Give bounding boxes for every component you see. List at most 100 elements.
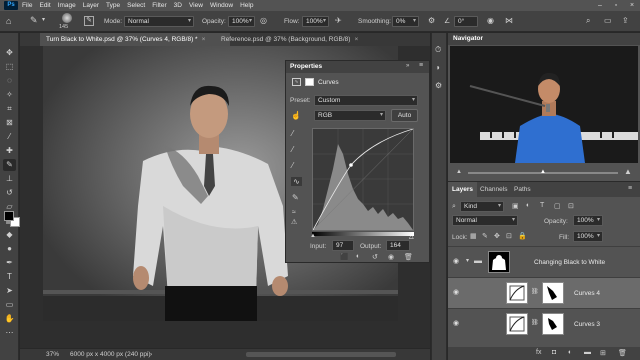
link-icon[interactable]: ⛓ bbox=[531, 319, 539, 326]
history-icon[interactable]: ⏱ bbox=[435, 45, 441, 55]
visibility-eye-icon[interactable]: ◉ bbox=[453, 288, 463, 296]
new-layer-icon[interactable]: ⊞ bbox=[600, 349, 606, 357]
layer-row-changing-black-to-white[interactable]: ◉ ▾ ▬ Changing Black to White bbox=[448, 246, 640, 277]
curves-adjustment-thumbnail[interactable] bbox=[506, 282, 528, 304]
lock-pixels-icon[interactable]: ✎ bbox=[482, 232, 488, 240]
more-tools-icon[interactable]: ⋯ bbox=[3, 327, 16, 339]
lock-position-icon[interactable]: ✥ bbox=[494, 232, 500, 240]
layer-opacity-field[interactable]: 100% bbox=[573, 215, 603, 226]
new-group-icon[interactable]: ▬ bbox=[584, 349, 591, 356]
layer-mask-thumbnail[interactable] bbox=[542, 282, 564, 304]
hand-tool-icon[interactable]: ✋ bbox=[3, 313, 16, 325]
layer-name[interactable]: Curves 3 bbox=[574, 309, 600, 340]
mask-icon[interactable] bbox=[305, 78, 314, 86]
tab-channels[interactable]: Channels bbox=[476, 182, 511, 197]
gear-icon[interactable]: ⚙ bbox=[428, 16, 435, 25]
visibility-eye-icon[interactable]: ◉ bbox=[453, 319, 463, 327]
zoom-slider-thumb[interactable]: ▲ bbox=[540, 169, 546, 175]
chevron-right-icon[interactable]: › bbox=[150, 349, 152, 360]
close-icon[interactable]: × bbox=[624, 0, 640, 11]
marquee-tool-icon[interactable]: ⬚ bbox=[3, 61, 16, 73]
eyedropper-white-icon[interactable]: ⁄ bbox=[292, 161, 293, 170]
menu-type[interactable]: Type bbox=[106, 2, 120, 9]
layer-name[interactable]: Curves 4 bbox=[574, 278, 600, 309]
opacity-field[interactable]: 100% bbox=[228, 16, 255, 27]
share-icon[interactable]: ⇪ bbox=[622, 16, 629, 25]
view-previous-icon[interactable]: ◐ bbox=[356, 253, 360, 260]
panel-menu-icon[interactable]: ≡ bbox=[628, 185, 632, 192]
frame-tool-icon[interactable]: ⊠ bbox=[3, 117, 16, 129]
reset-icon[interactable]: ↺ bbox=[372, 253, 378, 261]
group-chevron-icon[interactable]: ▾ bbox=[466, 257, 469, 264]
smoothing-field[interactable]: 0% bbox=[392, 16, 419, 27]
brush-tool-icon[interactable]: ✎ bbox=[30, 15, 38, 26]
history-brush-tool-icon[interactable]: ↺ bbox=[3, 187, 16, 199]
menu-layer[interactable]: Layer bbox=[83, 2, 99, 9]
tab-turn-black-to-white[interactable]: Turn Black to White.psd @ 37% (Curves 4,… bbox=[40, 33, 230, 46]
dodge-tool-icon[interactable]: ● bbox=[3, 243, 16, 255]
new-adjustment-icon[interactable]: ◐ bbox=[568, 349, 572, 356]
panel-menu-icon[interactable]: ≡ bbox=[419, 62, 423, 69]
collapse-icon[interactable]: » bbox=[406, 63, 409, 69]
home-icon[interactable]: ⌂ bbox=[6, 16, 11, 26]
flow-field[interactable]: 100% bbox=[302, 16, 329, 27]
eyedropper-black-icon[interactable]: ⁄ bbox=[292, 129, 293, 138]
zoom-level[interactable]: 37% bbox=[46, 349, 59, 360]
workspace-icon[interactable]: ▭ bbox=[604, 16, 612, 25]
fx-icon[interactable]: fx bbox=[536, 349, 541, 356]
move-tool-icon[interactable]: ✥ bbox=[3, 47, 16, 59]
pen-tool-icon[interactable]: ✒ bbox=[3, 257, 16, 269]
menu-file[interactable]: File bbox=[22, 2, 32, 9]
curves-adjustment-thumbnail[interactable] bbox=[506, 313, 528, 335]
lock-transparency-icon[interactable]: ▦ bbox=[470, 232, 477, 240]
output-field[interactable]: 164 bbox=[386, 240, 410, 251]
zoom-out-icon[interactable]: ▲ bbox=[456, 169, 462, 175]
horizontal-scrollbar[interactable] bbox=[246, 352, 396, 357]
layer-row-curves-3[interactable]: ◉ ⛓ Curves 3 bbox=[448, 308, 640, 339]
close-tab-icon[interactable]: × bbox=[354, 36, 358, 43]
visibility-eye-icon[interactable]: ◉ bbox=[453, 257, 463, 265]
menu-image[interactable]: Image bbox=[58, 2, 76, 9]
hand-adjust-icon[interactable]: ☝ bbox=[291, 111, 301, 120]
link-icon[interactable]: ⛓ bbox=[531, 288, 539, 295]
mode-select[interactable]: Normal bbox=[124, 16, 194, 27]
black-point-slider-icon[interactable]: ▲ bbox=[310, 233, 316, 239]
navigator-preview[interactable] bbox=[450, 46, 638, 163]
menu-window[interactable]: Window bbox=[210, 2, 233, 9]
menu-select[interactable]: Select bbox=[127, 2, 145, 9]
trash-icon[interactable]: 🗑 bbox=[618, 349, 627, 357]
quick-select-tool-icon[interactable]: ✧ bbox=[3, 89, 16, 101]
layer-filter-select[interactable]: Kind bbox=[460, 201, 504, 212]
trash-icon[interactable]: 🗑 bbox=[404, 253, 413, 261]
brush-settings-icon[interactable]: ✎ bbox=[84, 16, 94, 26]
menu-filter[interactable]: Filter bbox=[152, 2, 166, 9]
layer-name[interactable]: Changing Black to White bbox=[534, 247, 605, 278]
visibility-icon[interactable]: ◉ bbox=[388, 253, 394, 261]
filter-type-icon[interactable]: T bbox=[540, 202, 544, 209]
blend-mode-select[interactable]: Normal bbox=[452, 215, 518, 226]
filter-adjustment-icon[interactable]: ◐ bbox=[526, 202, 530, 209]
channel-select[interactable]: RGB bbox=[314, 110, 386, 121]
search-icon[interactable]: ⌕ bbox=[586, 16, 590, 26]
auto-button[interactable]: Auto bbox=[391, 109, 418, 122]
adjustments-icon[interactable]: ◑ bbox=[435, 63, 440, 72]
eyedropper-gray-icon[interactable]: ⁄ bbox=[292, 145, 293, 154]
type-tool-icon[interactable]: T bbox=[3, 271, 16, 283]
stamp-tool-icon[interactable]: ⊥ bbox=[3, 173, 16, 185]
pressure-size-icon[interactable]: ◉ bbox=[487, 16, 494, 25]
properties-icon[interactable]: ⚙ bbox=[435, 81, 442, 90]
crop-tool-icon[interactable]: ⌗ bbox=[3, 103, 16, 115]
pencil-curve-icon[interactable]: ✎ bbox=[292, 193, 299, 202]
path-select-tool-icon[interactable]: ➤ bbox=[3, 285, 16, 297]
maximize-icon[interactable]: ▫ bbox=[608, 0, 624, 11]
foreground-color-swatch[interactable] bbox=[4, 211, 14, 221]
curve-point-tool-icon[interactable]: ∿ bbox=[291, 177, 302, 186]
chevron-down-icon[interactable]: ▾ bbox=[42, 16, 45, 23]
input-field[interactable]: 97 bbox=[332, 240, 354, 251]
menu-edit[interactable]: Edit bbox=[39, 2, 50, 9]
airbrush-icon[interactable]: ✈ bbox=[335, 16, 342, 25]
layer-row-curves-4[interactable]: ◉ ⛓ Curves 4 bbox=[448, 277, 640, 308]
tab-reference[interactable]: Reference.psd @ 37% (Background, RGB/8) × bbox=[215, 33, 395, 46]
tab-paths[interactable]: Paths bbox=[510, 182, 535, 197]
fill-field[interactable]: 100% bbox=[573, 231, 603, 242]
